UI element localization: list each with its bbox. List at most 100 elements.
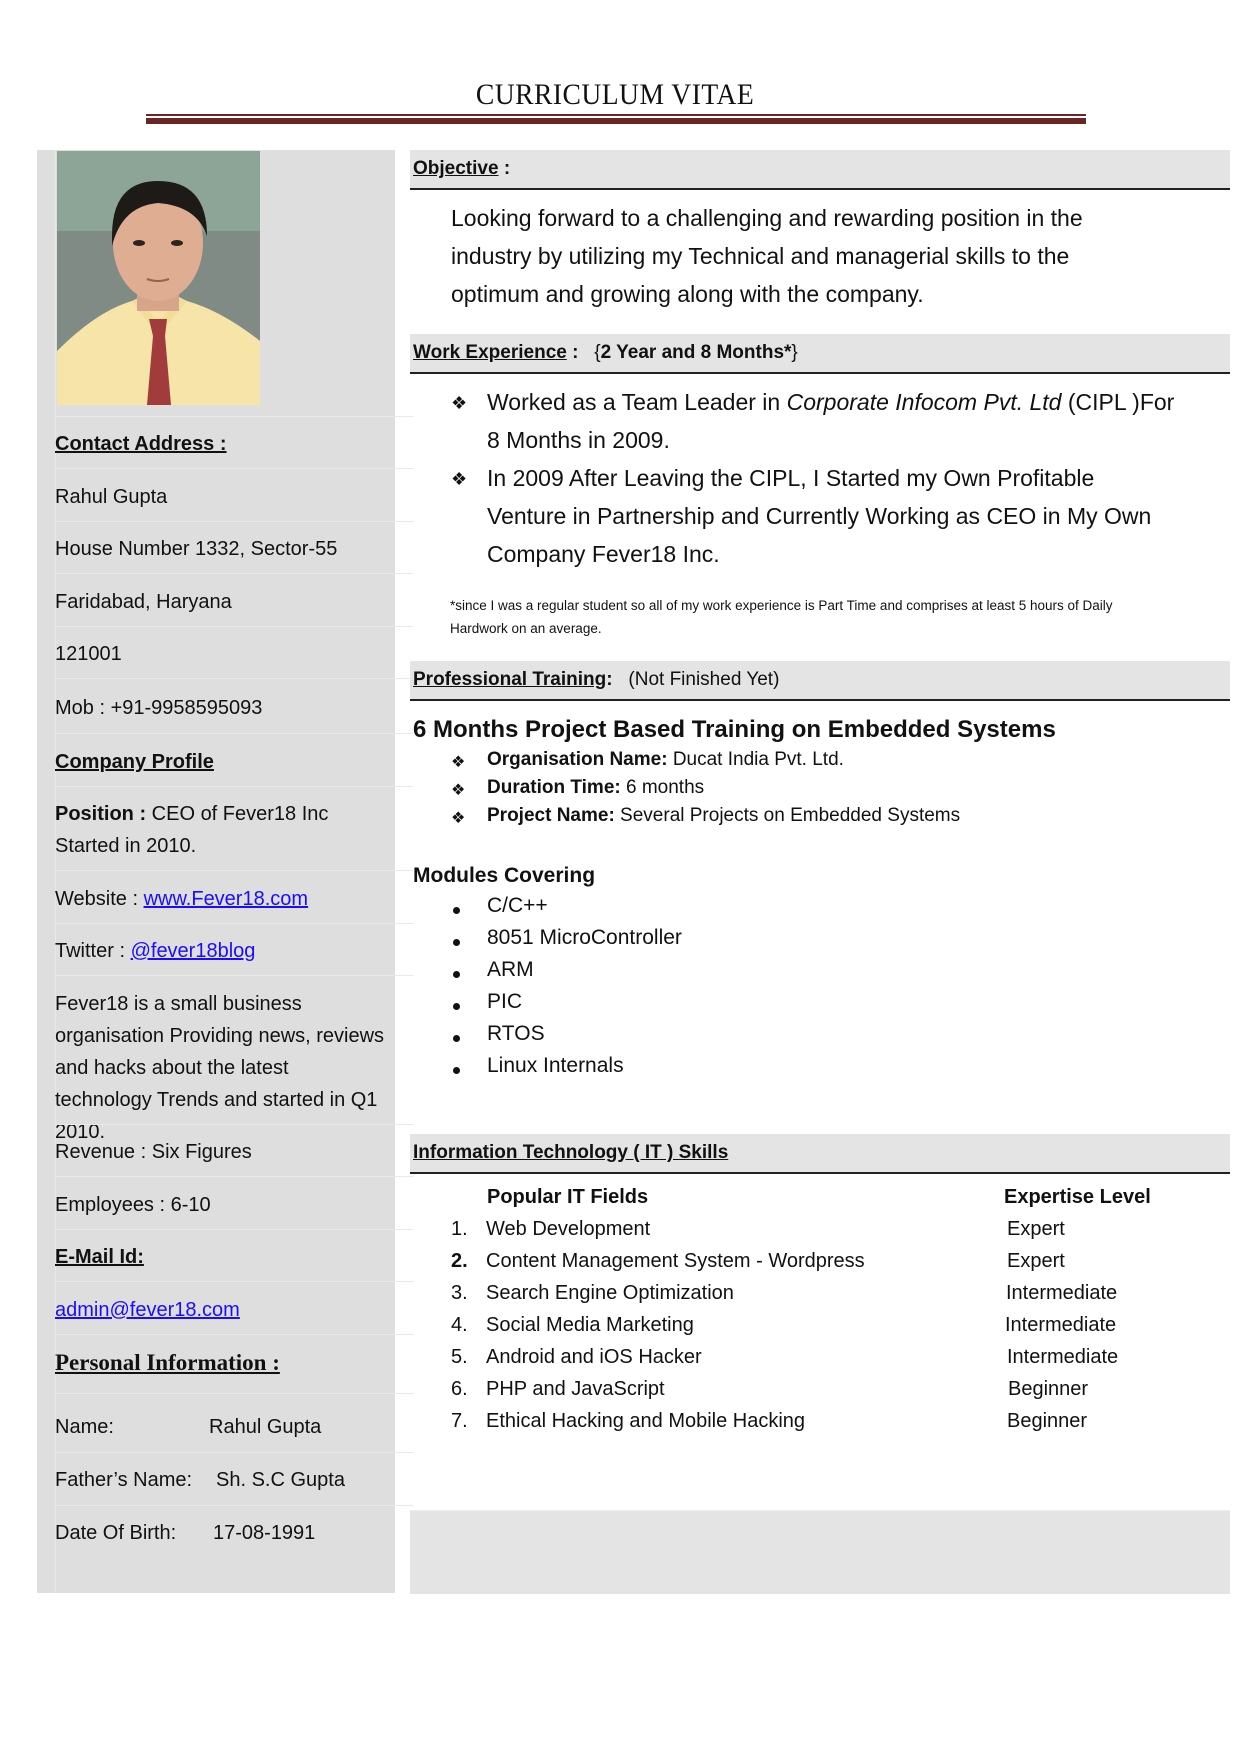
sidebar-row-divider: [55, 626, 413, 627]
module-item: PIC: [487, 990, 523, 1013]
row-number: 3.: [451, 1282, 468, 1304]
profile-photo: [57, 151, 260, 405]
company-employees: Employees : 6-10: [55, 1194, 211, 1216]
sidebar-row-divider: [55, 870, 413, 871]
objective-line-3: optimum and growing along with the compa…: [451, 281, 924, 307]
module-item: 8051 MicroController: [487, 926, 682, 949]
contact-mobile: Mob : +91-9958595093: [55, 697, 263, 719]
modules-heading: Modules Covering: [413, 864, 596, 887]
title-rule-thick: [146, 118, 1086, 124]
objective-line-2: industry by utilizing my Technical and m…: [451, 243, 1070, 269]
skill-level: Intermediate: [1005, 1314, 1117, 1336]
work-item-2-line-1: In 2009 After Leaving the CIPL, I Starte…: [487, 465, 1095, 491]
bullet-dot-icon: [453, 939, 460, 946]
work-duration: 2 Year and 8 Months*: [600, 342, 792, 363]
diamond-bullet-icon: ❖: [451, 469, 468, 489]
training-organisation: Organisation Name: Ducat India Pvt. Ltd.: [487, 749, 844, 770]
module-item: Linux Internals: [487, 1054, 624, 1077]
sidebar-row-divider: [55, 1393, 413, 1394]
skill-level: Expert: [1007, 1250, 1065, 1272]
sidebar-divider: [55, 150, 56, 1593]
company-revenue: Revenue : Six Figures: [55, 1141, 252, 1163]
bullet-dot-icon: [453, 1003, 460, 1010]
contact-name: Rahul Gupta: [55, 486, 168, 508]
objective-line-1: Looking forward to a challenging and rew…: [451, 205, 1083, 231]
bullet-dot-icon: [453, 1067, 460, 1074]
sidebar-row-divider: [55, 1229, 413, 1230]
diamond-bullet-icon: ❖: [451, 754, 466, 771]
skill-level: Expert: [1007, 1218, 1065, 1240]
diamond-bullet-icon: ❖: [451, 393, 468, 413]
personal-dob-label: Date Of Birth:: [55, 1522, 177, 1544]
work-footnote-line-1: *since I was a regular student so all of…: [450, 598, 1113, 613]
website-link[interactable]: www.Fever18.com: [144, 888, 309, 910]
website-label: Website :: [55, 888, 144, 910]
skill-field: PHP and JavaScript: [486, 1378, 665, 1400]
sidebar-row-divider: [55, 975, 413, 976]
diamond-bullet-icon: ❖: [451, 782, 466, 799]
training-heading: Professional Training: (Not Finished Yet…: [413, 669, 780, 690]
email-link[interactable]: admin@fever18.com: [55, 1299, 240, 1322]
sidebar: Contact Address : Rahul Gupta House Numb…: [37, 150, 413, 1593]
skill-field: Search Engine Optimization: [486, 1282, 734, 1304]
objective-section-header: Objective :: [410, 150, 1230, 190]
sidebar-row-divider: [55, 521, 413, 522]
skill-field: Web Development: [486, 1218, 651, 1240]
row-number: 2.: [451, 1250, 468, 1272]
sidebar-row-divider: [55, 416, 413, 417]
work-footnote-line-2: Hardwork on an average.: [450, 621, 602, 636]
it-skills-section-header: Information Technology ( IT ) Skills: [410, 1134, 1230, 1174]
document-title: CURRICULUM VITAE: [475, 78, 755, 111]
row-number: 7.: [451, 1410, 468, 1432]
bullet-dot-icon: [453, 907, 460, 914]
diamond-bullet-icon: ❖: [451, 810, 466, 827]
sidebar-row-divider: [55, 1505, 413, 1506]
company-position: Position : CEO of Fever18 Inc: [55, 803, 328, 826]
sidebar-row-divider: [55, 468, 413, 469]
module-item: RTOS: [487, 1022, 545, 1045]
sidebar-row-divider: [55, 1176, 413, 1177]
personal-information-heading: Personal Information :: [55, 1350, 280, 1375]
module-item: C/C++: [487, 894, 548, 917]
skill-level: Intermediate: [1006, 1282, 1118, 1304]
twitter-link[interactable]: @fever18blog: [131, 940, 256, 962]
training-title: 6 Months Project Based Training on Embed…: [413, 716, 1056, 743]
skill-level: Intermediate: [1007, 1346, 1119, 1368]
row-number: 6.: [451, 1378, 468, 1400]
training-duration: Duration Time: 6 months: [487, 777, 705, 798]
email-heading: E-Mail Id:: [55, 1246, 144, 1268]
work-item-2-line-3: Company Fever18 Inc.: [487, 541, 720, 567]
it-skills-heading: Information Technology ( IT ) Skills: [413, 1142, 729, 1163]
personal-dob-value: 17-08-1991: [213, 1522, 316, 1544]
title-rule-thin: [146, 114, 1086, 116]
personal-name-value: Rahul Gupta: [209, 1416, 322, 1438]
row-number: 4.: [451, 1314, 468, 1336]
sidebar-row-divider: [55, 733, 413, 734]
skill-field: Social Media Marketing: [486, 1314, 694, 1336]
skill-field: Android and iOS Hacker: [486, 1346, 702, 1368]
company-started: Started in 2010.: [55, 835, 197, 857]
company-twitter: Twitter : @fever18blog: [55, 940, 255, 963]
personal-father-label: Father’s Name:: [55, 1469, 193, 1491]
sidebar-row-divider: [55, 573, 413, 574]
bullet-dot-icon: [453, 1035, 460, 1042]
contact-address-heading: Contact Address :: [55, 433, 227, 455]
position-label: Position :: [55, 803, 147, 825]
sidebar-row-divider: [55, 923, 413, 924]
training-project: Project Name: Several Projects on Embedd…: [487, 805, 961, 826]
training-section-header: Professional Training: (Not Finished Yet…: [410, 661, 1230, 701]
skill-level: Beginner: [1007, 1410, 1088, 1432]
work-experience-heading: Work Experience : {2 Year and 8 Months*}: [413, 342, 798, 363]
bullet-dot-icon: [453, 971, 460, 978]
it-fields-column-header: Popular IT Fields: [487, 1186, 649, 1208]
position-value: CEO of Fever18 Inc: [146, 803, 329, 825]
sidebar-row-divider: [55, 786, 413, 787]
module-item: ARM: [487, 958, 534, 981]
company-profile-heading: Company Profile: [55, 751, 214, 773]
work-item-1-line-2: 8 Months in 2009.: [487, 427, 670, 453]
sidebar-row-divider: [55, 1124, 413, 1125]
contact-pin: 121001: [55, 643, 122, 665]
contact-street: House Number 1332, Sector-55: [55, 538, 338, 560]
twitter-label: Twitter :: [55, 940, 131, 962]
personal-name-label: Name:: [55, 1416, 114, 1438]
